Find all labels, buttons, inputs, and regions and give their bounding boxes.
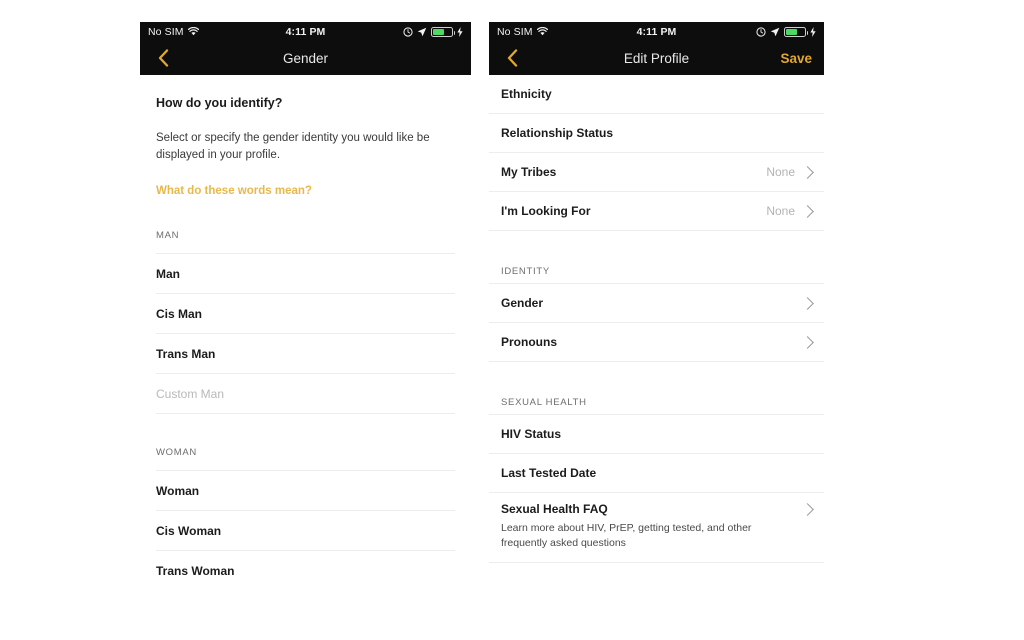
row-label: Last Tested Date <box>501 466 597 480</box>
status-bar-right-group <box>403 26 463 37</box>
row-label: HIV Status <box>501 427 562 441</box>
identify-description: Select or specify the gender identity yo… <box>156 132 430 161</box>
chevron-right-icon <box>801 335 814 349</box>
battery-icon <box>784 26 808 37</box>
lightning-bolt-icon <box>810 26 816 37</box>
alarm-clock-icon <box>403 26 413 37</box>
row-value: None <box>766 165 795 179</box>
gender-option-label: Trans Man <box>156 346 216 361</box>
row-hiv-status[interactable]: HIV Status <box>489 414 824 454</box>
row-pronouns[interactable]: Pronouns <box>489 323 824 362</box>
faq-description: Learn more about HIV, PrEP, getting test… <box>501 522 752 549</box>
row-label: Pronouns <box>501 335 557 349</box>
edit-profile-screen: No SIM 4:11 PM Edit Profile Save Ethnici… <box>489 22 824 570</box>
row-value: None <box>766 204 795 218</box>
gender-nav-bar: Gender <box>140 41 471 75</box>
faq-title-line: Sexual Health FAQ <box>501 502 814 516</box>
status-bar-left-group: No SIM <box>148 26 199 38</box>
row-label: Relationship Status <box>501 126 614 140</box>
identify-question-heading: How do you identify? <box>156 96 283 110</box>
chevron-right-icon <box>801 502 814 516</box>
alarm-clock-icon <box>756 26 766 37</box>
location-arrow-icon <box>417 27 427 37</box>
gender-option-cis-woman[interactable]: Cis Woman <box>156 510 455 550</box>
gender-option-man[interactable]: Man <box>156 253 455 293</box>
row-label: Gender <box>501 296 544 310</box>
edit-profile-body: Ethnicity Relationship Status My Tribes … <box>489 75 824 563</box>
wifi-icon <box>187 27 199 36</box>
carrier-label: No SIM <box>148 25 184 38</box>
status-bar-left: No SIM 4:11 PM <box>140 22 471 41</box>
gender-option-trans-man[interactable]: Trans Man <box>156 333 455 373</box>
gender-page-title: Gender <box>282 50 329 66</box>
identity-group: IDENTITY Gender Pronouns <box>489 261 824 362</box>
row-label: My Tribes <box>501 165 557 179</box>
carrier-label: No SIM <box>497 25 533 38</box>
chevron-left-icon[interactable] <box>501 47 523 69</box>
row-last-tested-date[interactable]: Last Tested Date <box>489 454 824 493</box>
row-ethnicity[interactable]: Ethnicity <box>489 75 824 114</box>
status-bar-left-group: No SIM <box>497 26 548 38</box>
chevron-left-icon[interactable] <box>152 47 174 69</box>
gender-screen: No SIM 4:11 PM Gender How do you identif… <box>140 22 471 622</box>
row-relationship-status[interactable]: Relationship Status <box>489 114 824 153</box>
row-label: Sexual Health FAQ <box>501 502 608 516</box>
status-bar-right: No SIM 4:11 PM <box>489 22 824 41</box>
gender-option-label: Cis Man <box>156 306 203 321</box>
gender-option-custom-man-input[interactable]: Custom Man <box>156 373 455 415</box>
chevron-right-icon <box>801 165 814 179</box>
gender-option-trans-woman[interactable]: Trans Woman <box>156 550 455 590</box>
gender-option-label: Woman <box>156 483 200 498</box>
wifi-icon <box>536 27 548 36</box>
gender-option-label: Man <box>156 266 180 281</box>
row-label: I'm Looking For <box>501 204 591 218</box>
chevron-right-icon <box>801 204 814 218</box>
section-header-identity: IDENTITY <box>489 261 824 283</box>
gender-option-label: Custom Man <box>156 386 225 401</box>
lightning-bolt-icon <box>457 26 463 37</box>
section-header-woman: WOMAN <box>156 447 197 459</box>
gender-option-label: Trans Woman <box>156 563 235 578</box>
row-im-looking-for[interactable]: I'm Looking For None <box>489 192 824 231</box>
gender-body: How do you identify? Select or specify t… <box>140 96 471 590</box>
gender-option-woman[interactable]: Woman <box>156 470 455 510</box>
save-button[interactable]: Save <box>780 51 812 66</box>
row-label: Ethnicity <box>501 87 552 101</box>
gender-option-cis-man[interactable]: Cis Man <box>156 293 455 333</box>
words-meaning-link[interactable]: What do these words mean? <box>156 185 455 197</box>
row-my-tribes[interactable]: My Tribes None <box>489 153 824 192</box>
section-header-man: MAN <box>156 230 180 242</box>
battery-icon <box>431 26 455 37</box>
chevron-right-icon <box>801 296 814 310</box>
gender-option-label: Cis Woman <box>156 523 222 538</box>
profile-fields-group: Ethnicity Relationship Status My Tribes … <box>489 75 824 231</box>
section-header-label: IDENTITY <box>501 266 550 277</box>
row-gender[interactable]: Gender <box>489 283 824 323</box>
section-header-sexual-health: SEXUAL HEALTH <box>489 392 824 414</box>
sexual-health-group: SEXUAL HEALTH HIV Status Last Tested Dat… <box>489 392 824 563</box>
section-header-label: SEXUAL HEALTH <box>501 397 587 408</box>
edit-profile-page-title: Edit Profile <box>623 50 690 66</box>
edit-profile-nav-bar: Edit Profile Save <box>489 41 824 75</box>
row-sexual-health-faq[interactable]: Sexual Health FAQ Learn more about HIV, … <box>489 493 824 563</box>
location-arrow-icon <box>770 27 780 37</box>
status-bar-right-group <box>756 26 816 37</box>
